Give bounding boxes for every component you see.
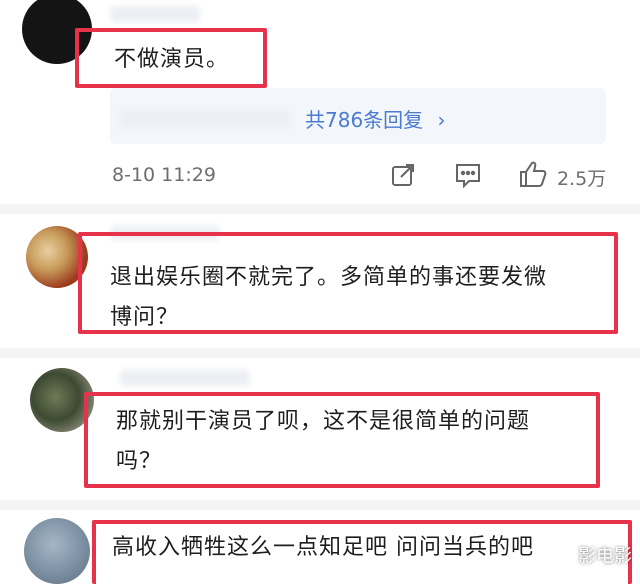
divider: [0, 348, 640, 358]
comment-icon[interactable]: [454, 162, 482, 188]
view-replies-link[interactable]: 共786条回复 ›: [305, 104, 446, 133]
blurred-username: [120, 370, 250, 386]
avatar-comment-4[interactable]: [24, 518, 90, 584]
blurred-username: [110, 6, 200, 22]
comment-3-text-line1: 那就别干演员了呗，这不是很简单的问题: [116, 409, 531, 434]
comment-timestamp: 8-10 11:29: [112, 164, 216, 186]
like-icon[interactable]: [518, 160, 548, 188]
comment-2-text-line2: 博问？: [110, 305, 180, 330]
comment-3-text-line2: 吗？: [116, 449, 163, 474]
share-icon[interactable]: [390, 162, 416, 188]
blurred-reply-preview: [120, 110, 290, 128]
watermark-text: 影电影: [578, 546, 632, 567]
comment-2-text-line1: 退出娱乐圈不就完了。多简单的事还要发微: [110, 265, 548, 290]
chevron-right-icon: ›: [437, 108, 446, 132]
comment-1-text: 不做演员。: [114, 47, 230, 72]
divider: [0, 204, 640, 214]
like-count: 2.5万: [557, 168, 607, 190]
comment-4-text: 高收入牺牲这么一点知足吧 问问当兵的吧: [112, 535, 534, 560]
divider: [0, 500, 640, 510]
replies-count-label: 共786条回复: [305, 108, 424, 132]
